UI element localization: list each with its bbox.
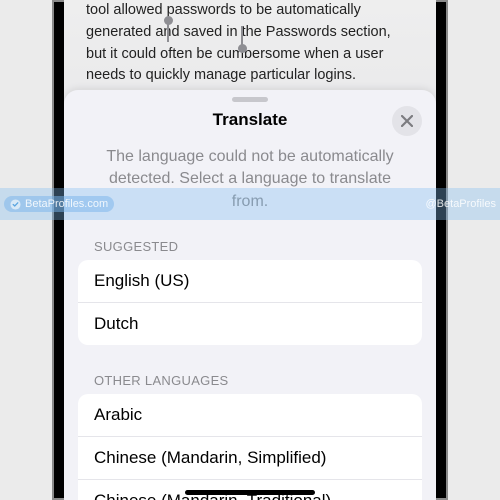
- sheet-subtitle: The language could not be automatically …: [64, 140, 436, 231]
- translate-sheet: Translate The language could not be auto…: [64, 90, 436, 500]
- language-option[interactable]: English (US): [78, 260, 422, 303]
- suggested-list: English (US) Dutch: [78, 260, 422, 345]
- section-label-other: OTHER LANGUAGES: [64, 365, 436, 394]
- selection-caret-end: [241, 26, 243, 46]
- language-option[interactable]: Arabic: [78, 394, 422, 437]
- selection-caret-start: [167, 22, 169, 42]
- home-indicator[interactable]: [185, 490, 315, 495]
- language-option[interactable]: Dutch: [78, 303, 422, 345]
- sheet-title: Translate: [64, 110, 436, 130]
- language-option[interactable]: Chinese (Mandarin, Simplified): [78, 437, 422, 480]
- sheet-grabber[interactable]: [232, 97, 268, 102]
- article-snippet: tool allowed passwords to be automatical…: [86, 2, 391, 83]
- check-badge-icon: [10, 199, 21, 210]
- section-label-suggested: SUGGESTED: [64, 231, 436, 260]
- phone-frame: tool allowed passwords to be automatical…: [52, 0, 448, 500]
- screen: tool allowed passwords to be automatical…: [64, 0, 436, 500]
- sheet-header: Translate: [64, 106, 436, 140]
- close-icon: [401, 115, 413, 127]
- other-languages-list: Arabic Chinese (Mandarin, Simplified) Ch…: [78, 394, 422, 500]
- close-button[interactable]: [392, 106, 422, 136]
